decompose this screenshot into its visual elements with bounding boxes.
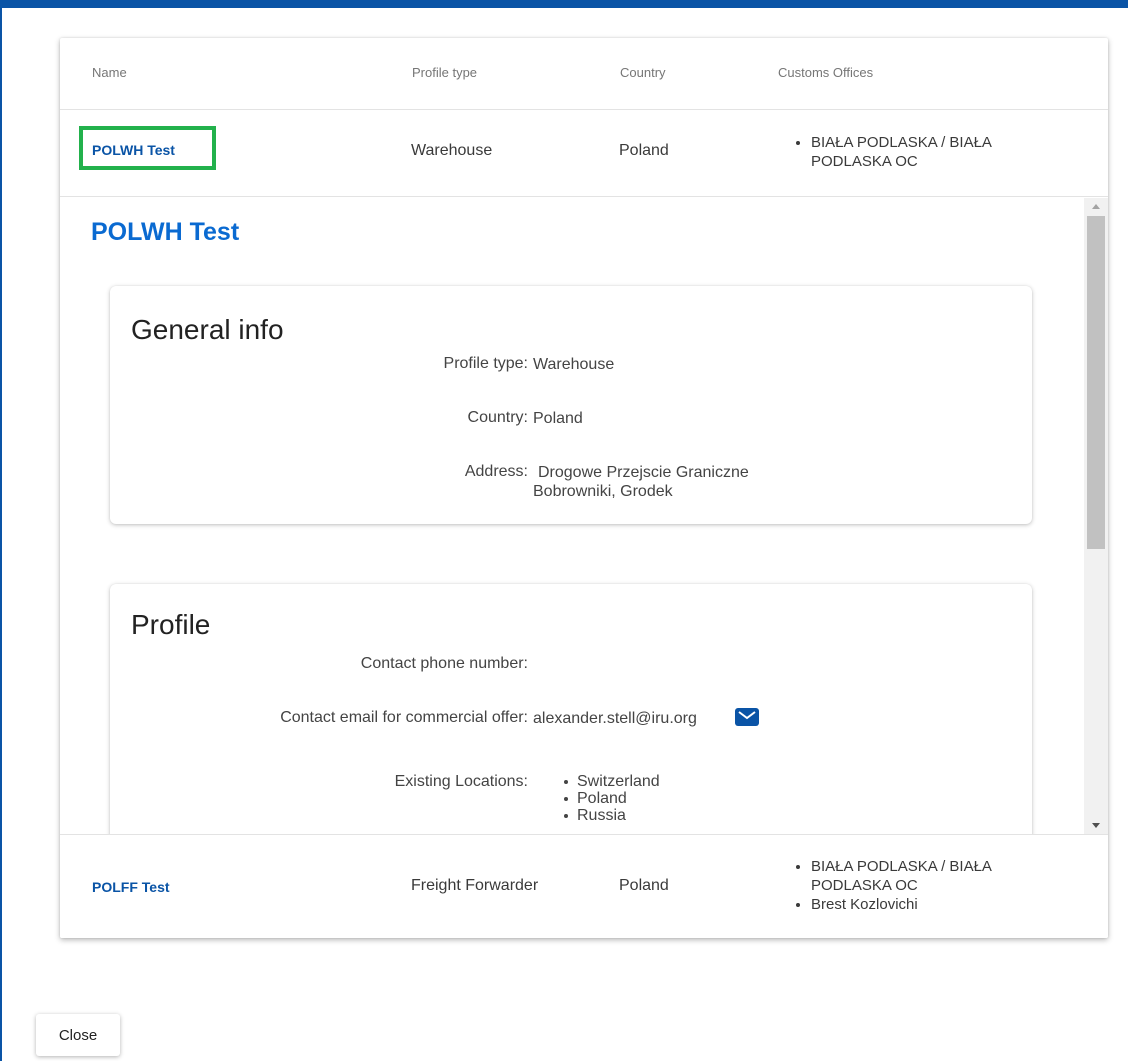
profile-name-link[interactable]: POLWH Test [92, 142, 175, 158]
column-header-customs-offices[interactable]: Customs Offices [778, 65, 873, 80]
detail-scrollbar[interactable] [1084, 198, 1108, 834]
profile-name-link[interactable]: POLFF Test [92, 879, 170, 895]
scroll-up-arrow-icon[interactable] [1092, 204, 1100, 209]
country-cell: Poland [619, 142, 669, 159]
close-button[interactable]: Close [36, 1014, 120, 1056]
country-cell: Poland [619, 877, 669, 894]
profile-detail-pane: POLWH Test General info Profile type: Wa… [60, 198, 1108, 834]
profile-type-value: Warehouse [533, 356, 615, 373]
general-info-heading: General info [131, 314, 284, 345]
profile-type-cell: Warehouse [411, 142, 493, 159]
customs-offices-list: BIAŁA PODLASKA / BIAŁA PODLASKA OC [791, 133, 1051, 171]
list-item: Poland [557, 790, 660, 807]
country-value: Poland [533, 410, 583, 427]
contact-phone-label: Contact phone number: [360, 655, 528, 672]
profile-card: Profile Contact phone number: Contact em… [110, 584, 1032, 834]
profile-heading: Profile [131, 609, 211, 640]
mail-icon[interactable] [735, 708, 759, 726]
left-border [0, 0, 2, 1061]
contact-email-value: alexander.stell@iru.org [533, 710, 697, 727]
address-line-1: Drogowe Przejscie Graniczne [538, 464, 749, 481]
general-info-card: General info Profile type: Warehouse Cou… [110, 286, 1032, 524]
column-header-name[interactable]: Name [92, 65, 127, 80]
existing-locations-list: Switzerland Poland Russia [557, 773, 660, 824]
list-item: BIAŁA PODLASKA / BIAŁA PODLASKA OC [791, 133, 1051, 171]
list-item: BIAŁA PODLASKA / BIAŁA PODLASKA OC [791, 857, 1051, 895]
list-item: Brest Kozlovichi [791, 895, 1051, 914]
list-item: Switzerland [557, 773, 660, 790]
scrollbar-thumb[interactable] [1087, 216, 1105, 549]
address-line-2: Bobrowniki, Grodek [533, 483, 673, 500]
list-item: Russia [557, 807, 660, 824]
existing-locations-label: Existing Locations: [394, 773, 528, 790]
country-label: Country: [467, 409, 528, 426]
column-header-country[interactable]: Country [620, 65, 666, 80]
scroll-down-arrow-icon[interactable] [1092, 823, 1100, 828]
table-row[interactable]: POLWH Test Warehouse Poland BIAŁA PODLAS… [60, 110, 1108, 197]
contact-email-label: Contact email for commercial offer: [280, 709, 528, 726]
table-row[interactable]: POLFF Test Freight Forwarder Poland BIAŁ… [60, 834, 1108, 938]
profile-type-label: Profile type: [443, 355, 528, 372]
column-header-profile-type[interactable]: Profile type [412, 65, 477, 80]
table-header: Name Profile type Country Customs Office… [60, 38, 1108, 110]
detail-title: POLWH Test [91, 218, 240, 246]
profile-type-cell: Freight Forwarder [411, 877, 539, 894]
address-label: Address: [464, 463, 528, 480]
top-header-bar [0, 0, 1128, 8]
results-panel: Name Profile type Country Customs Office… [60, 38, 1108, 938]
customs-offices-list: BIAŁA PODLASKA / BIAŁA PODLASKA OC Brest… [791, 857, 1051, 914]
